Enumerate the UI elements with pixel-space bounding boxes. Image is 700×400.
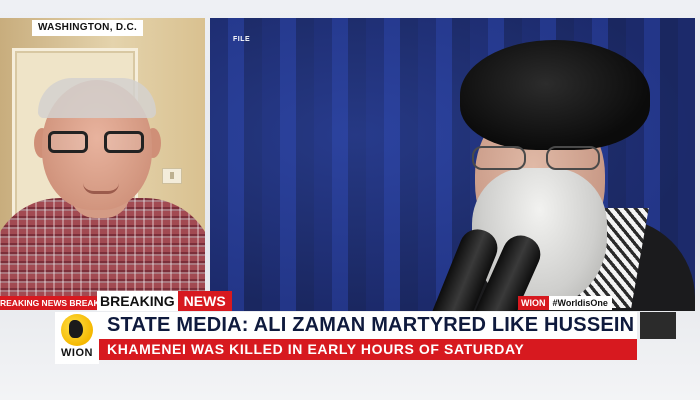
location-label: WASHINGTON, D.C. (32, 20, 144, 36)
globe-icon (61, 314, 93, 346)
breaking-word: BREAKING (97, 291, 178, 311)
breaking-news-ticker: REAKING NEWS BREAKING NEWS (0, 296, 100, 310)
guest-video-feed (0, 18, 205, 308)
hashtag-text: #WorldisOne (552, 298, 608, 308)
headline-text: STATE MEDIA: ALI ZAMAN MARTYRED LIKE HUS… (107, 314, 635, 336)
subheadline-bar: KHAMENEI WAS KILLED IN EARLY HOURS OF SA… (99, 339, 637, 360)
breaking-news-tag: BREAKING NEWS (97, 291, 232, 311)
graphic-accent-block (640, 312, 676, 339)
light-switch (162, 168, 182, 184)
hashtag-brand: WION (518, 296, 549, 310)
cleric-turban (460, 40, 650, 150)
channel-logo: WION (55, 312, 99, 364)
guest-hair (38, 78, 156, 118)
hashtag-badge: WION #WorldisOne (518, 296, 612, 310)
guest-glasses (48, 131, 144, 157)
file-footage-label: FILE (233, 36, 251, 43)
guest-mouth (83, 183, 119, 194)
file-footage-feed (210, 18, 695, 311)
subheadline-text: KHAMENEI WAS KILLED IN EARLY HOURS OF SA… (107, 341, 525, 357)
logo-text: WION (61, 347, 93, 359)
ticker-text: REAKING NEWS BREAKING NEWS (0, 298, 100, 308)
cleric-glasses (472, 146, 600, 174)
news-word: NEWS (177, 291, 232, 311)
headline-bar: STATE MEDIA: ALI ZAMAN MARTYRED LIKE HUS… (99, 312, 637, 340)
